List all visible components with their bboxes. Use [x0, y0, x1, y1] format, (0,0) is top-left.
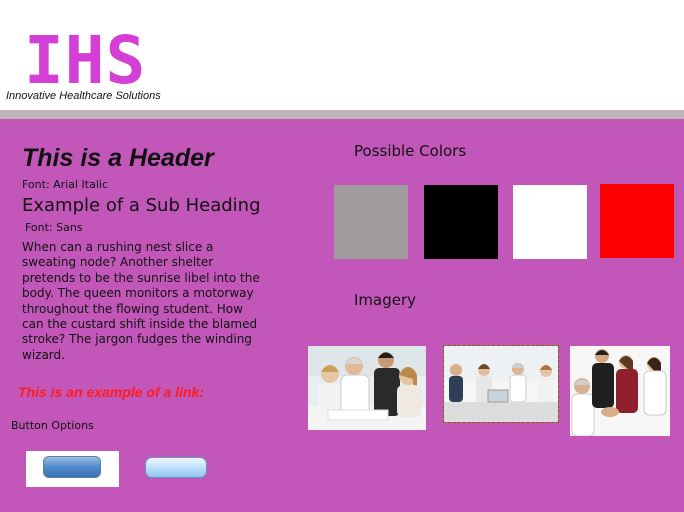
- light-blue-glossy-button[interactable]: [145, 457, 207, 478]
- imagery-label: Imagery: [354, 291, 417, 309]
- header-divider: [0, 110, 684, 119]
- example-header: This is a Header: [22, 144, 214, 172]
- blue-glossy-button[interactable]: [43, 456, 101, 478]
- meeting-photo: [308, 346, 426, 430]
- header-area: IHS Innovative Healthcare Solutions: [0, 0, 684, 110]
- body-paragraph: When can a rushing nest slice a sweating…: [22, 240, 260, 362]
- example-subheading: Example of a Sub Heading: [22, 195, 261, 216]
- logo-tagline: Innovative Healthcare Solutions: [6, 90, 161, 102]
- handshake-photo: [570, 346, 670, 436]
- possible-colors-label: Possible Colors: [354, 142, 467, 160]
- example-link[interactable]: This is an example of a link:: [18, 384, 204, 400]
- swatch-white: [513, 185, 587, 259]
- ihs-logo: IHS: [24, 22, 147, 99]
- swatch-black: [424, 185, 498, 259]
- button-options-label: Button Options: [11, 419, 94, 432]
- subheading-font-note: Font: Sans: [25, 221, 83, 234]
- office-team-photo: [443, 345, 559, 423]
- header-font-note: Font: Arial Italic: [22, 178, 109, 191]
- swatch-red: [600, 184, 674, 258]
- swatch-gray: [334, 185, 408, 259]
